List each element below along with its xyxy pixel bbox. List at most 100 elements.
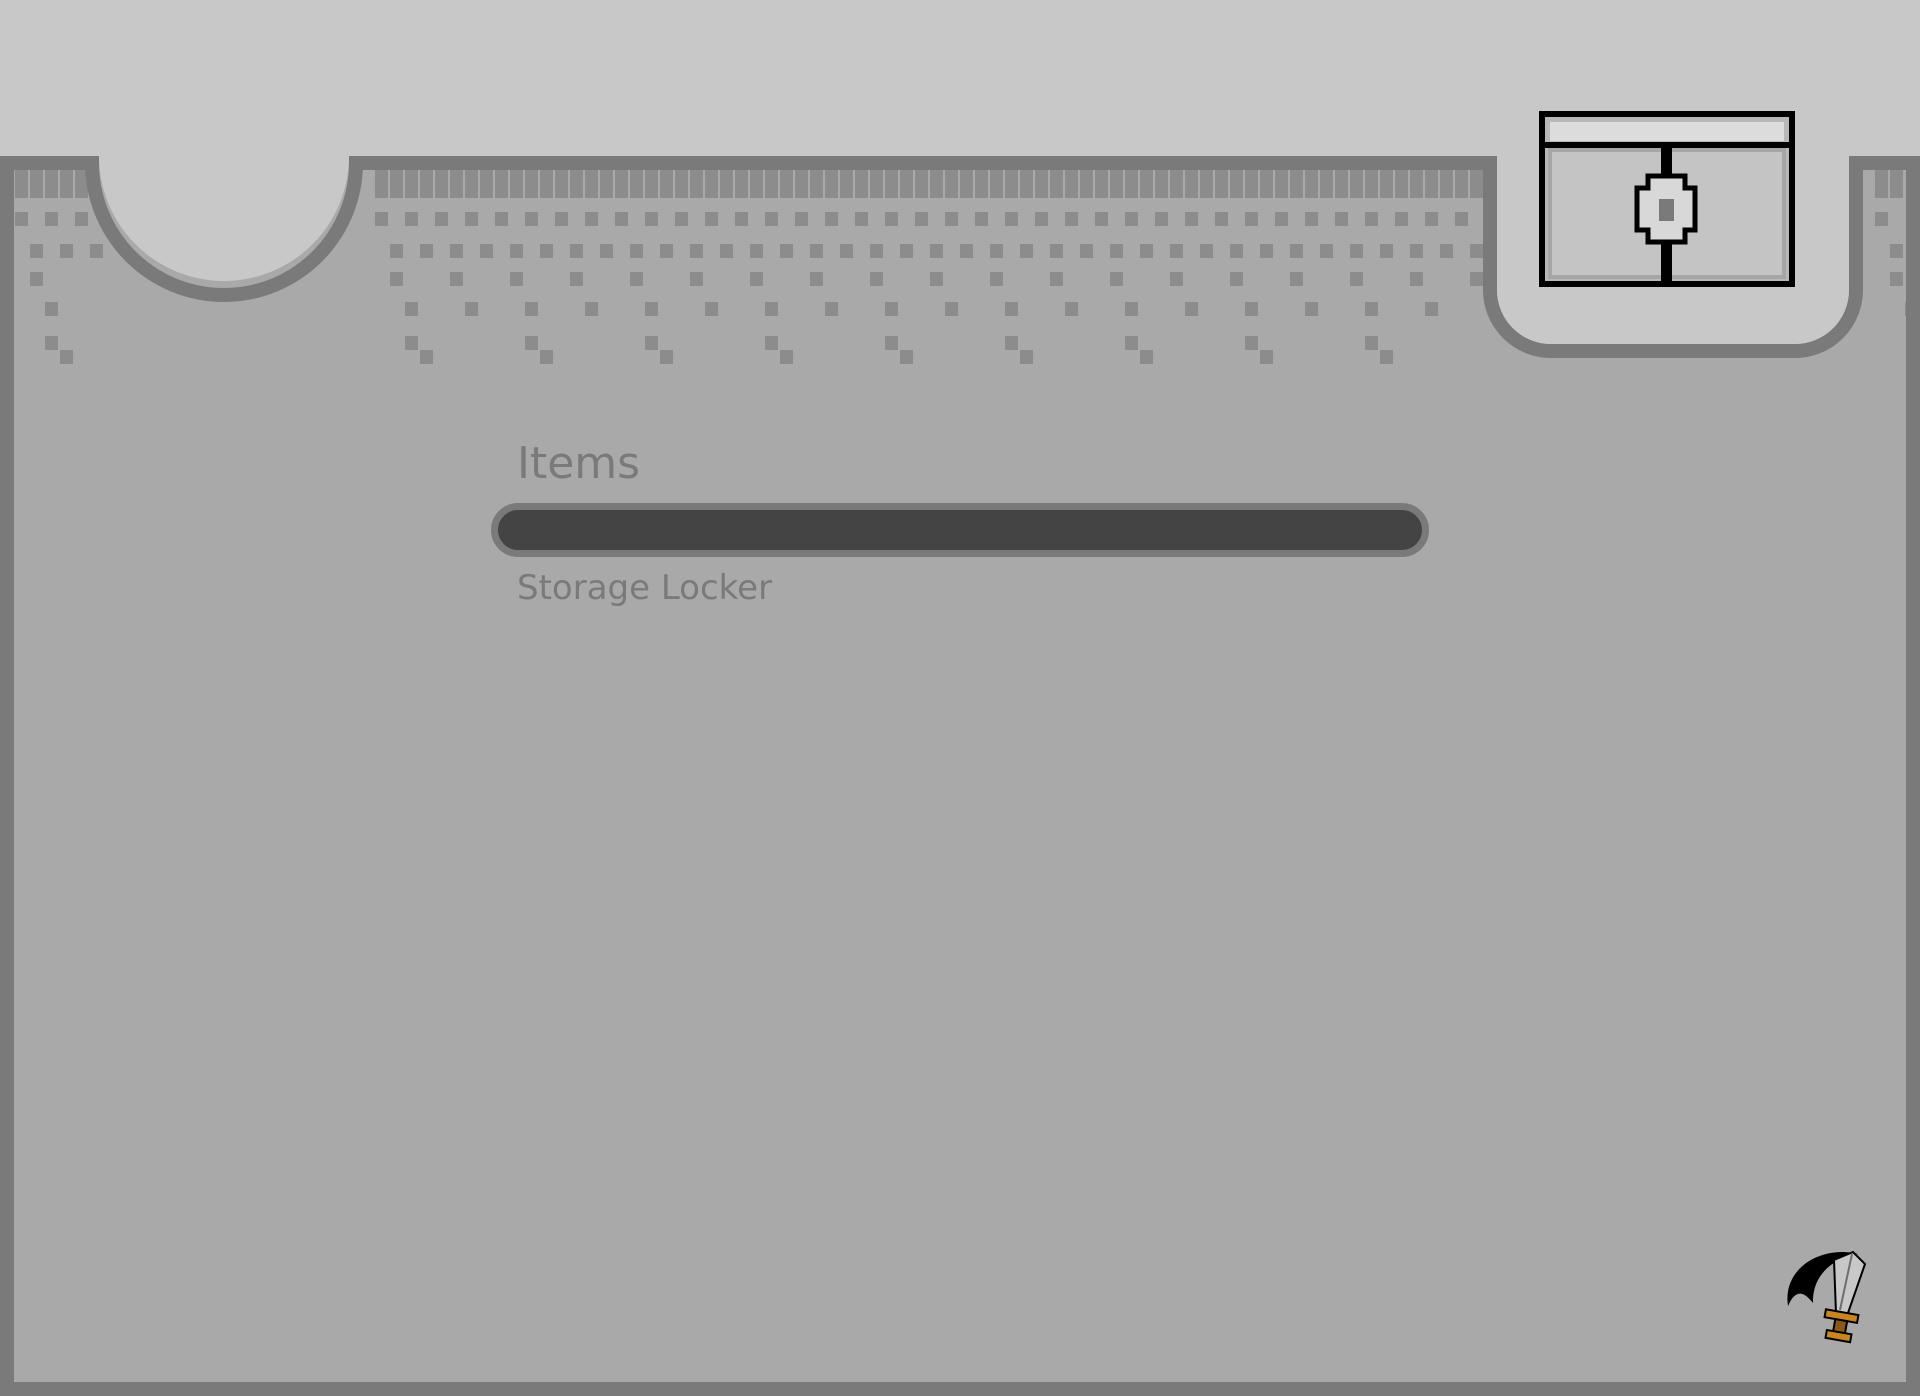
pattern-square: [1470, 244, 1483, 258]
pattern-square: [1275, 170, 1288, 198]
pattern-square: [1305, 212, 1318, 226]
pattern-square: [810, 170, 823, 198]
pattern-square: [1005, 212, 1018, 226]
pattern-square: [15, 212, 28, 226]
pattern-square: [1110, 272, 1123, 286]
pattern-square: [375, 212, 388, 226]
pattern-square: [1425, 212, 1438, 226]
pattern-square: [765, 170, 778, 198]
pattern-square: [1200, 170, 1213, 198]
pattern-square: [45, 336, 58, 350]
pattern-square: [495, 170, 508, 198]
pattern-square: [855, 212, 868, 226]
pattern-square: [60, 170, 73, 198]
pattern-square: [1065, 212, 1078, 226]
pattern-square: [405, 302, 418, 316]
pattern-square: [1380, 170, 1393, 198]
pattern-square: [1350, 244, 1363, 258]
pattern-square: [1260, 244, 1273, 258]
pattern-square: [1050, 244, 1063, 258]
pattern-square: [1035, 212, 1048, 226]
pattern-square: [615, 212, 628, 226]
pattern-square: [630, 170, 643, 198]
pattern-square: [1335, 170, 1348, 198]
pattern-square: [645, 336, 658, 350]
pattern-square: [495, 212, 508, 226]
pattern-square: [885, 302, 898, 316]
pattern-square: [1185, 302, 1198, 316]
pattern-square: [1365, 336, 1378, 350]
pattern-square: [555, 212, 568, 226]
pattern-square: [585, 212, 598, 226]
pattern-square: [405, 336, 418, 350]
pattern-square: [1320, 244, 1333, 258]
pattern-square: [1080, 170, 1093, 198]
pattern-square: [735, 170, 748, 198]
pattern-square: [1470, 272, 1483, 286]
pattern-square: [750, 170, 763, 198]
pattern-square: [555, 170, 568, 198]
storage-locker-item-bar[interactable]: [491, 503, 1429, 557]
pattern-square: [30, 244, 43, 258]
pattern-square: [75, 212, 88, 226]
pattern-square: [1200, 244, 1213, 258]
pattern-square: [390, 170, 403, 198]
pattern-square: [1155, 212, 1168, 226]
pattern-square: [720, 244, 733, 258]
pattern-square: [1065, 302, 1078, 316]
pattern-square: [1290, 170, 1303, 198]
pattern-square: [1395, 170, 1408, 198]
pattern-square: [1245, 212, 1258, 226]
pattern-square: [1410, 170, 1423, 198]
pattern-square: [1380, 350, 1393, 364]
pattern-square: [1050, 272, 1063, 286]
pattern-square: [705, 170, 718, 198]
pattern-square: [15, 170, 28, 198]
pattern-square: [570, 272, 583, 286]
pattern-square: [630, 272, 643, 286]
pattern-square: [750, 244, 763, 258]
pattern-square: [1125, 170, 1138, 198]
pattern-square: [1170, 272, 1183, 286]
pattern-square: [405, 212, 418, 226]
pattern-square: [1185, 170, 1198, 198]
pattern-square: [1245, 170, 1258, 198]
pattern-square: [1230, 244, 1243, 258]
pattern-square: [570, 244, 583, 258]
pattern-square: [825, 170, 838, 198]
pattern-square: [735, 212, 748, 226]
pattern-square: [690, 272, 703, 286]
pattern-square: [705, 212, 718, 226]
pattern-square: [960, 244, 973, 258]
pattern-square: [480, 244, 493, 258]
storage-tab[interactable]: [1497, 111, 1849, 344]
pattern-square: [720, 170, 733, 198]
pattern-square: [450, 272, 463, 286]
pattern-square: [660, 350, 673, 364]
treasure-chest-icon: [1539, 111, 1795, 287]
pattern-square: [945, 302, 958, 316]
pattern-square: [900, 170, 913, 198]
pattern-square: [690, 170, 703, 198]
pattern-square: [1305, 170, 1318, 198]
pattern-square: [435, 170, 448, 198]
pattern-square: [765, 302, 778, 316]
pattern-square: [45, 302, 58, 316]
pattern-square: [1320, 170, 1333, 198]
pattern-square: [1215, 212, 1228, 226]
pattern-square: [660, 170, 673, 198]
pattern-square: [780, 244, 793, 258]
pattern-square: [810, 244, 823, 258]
pattern-square: [660, 244, 673, 258]
pattern-square: [1440, 244, 1453, 258]
pattern-square: [1140, 244, 1153, 258]
pattern-square: [1035, 170, 1048, 198]
pattern-square: [1890, 244, 1903, 258]
pattern-square: [1230, 170, 1243, 198]
pattern-square: [435, 212, 448, 226]
pattern-square: [525, 170, 538, 198]
pattern-square: [1245, 336, 1258, 350]
pattern-square: [420, 350, 433, 364]
pattern-square: [570, 170, 583, 198]
pattern-square: [1350, 170, 1363, 198]
